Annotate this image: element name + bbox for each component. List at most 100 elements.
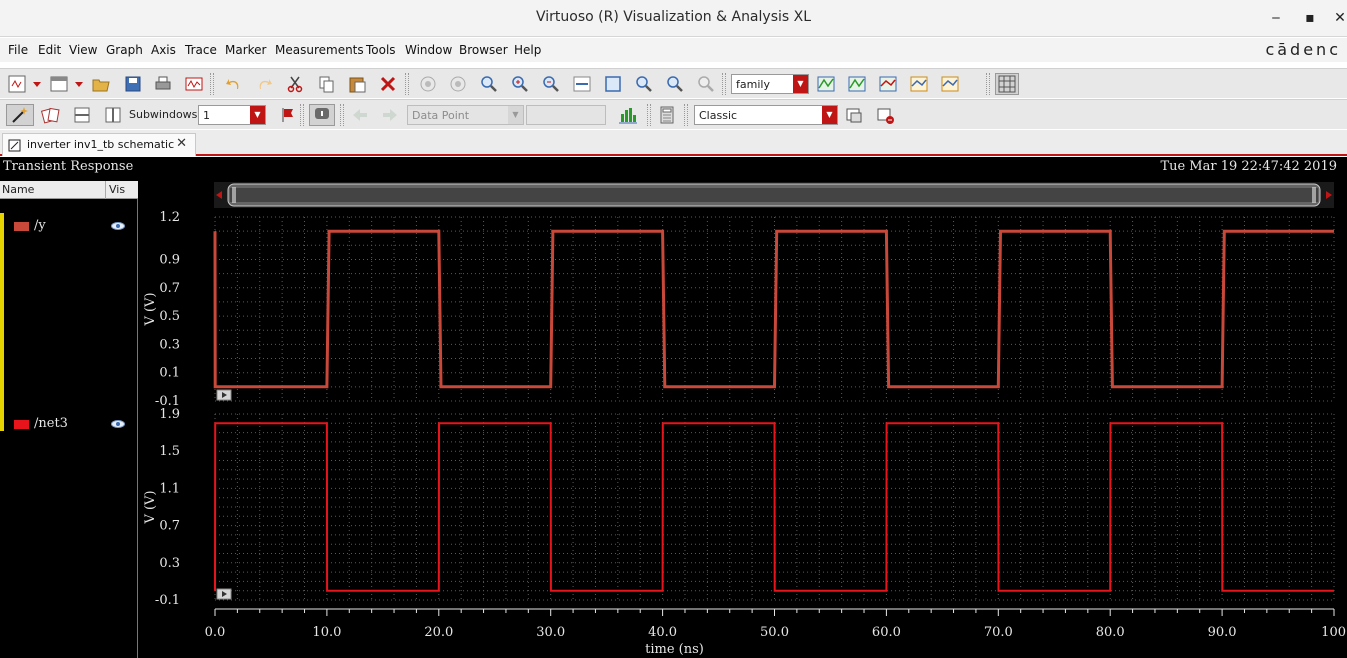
plot-area: Transient Response Tue Mar 19 22:47:42 2…	[0, 157, 1347, 658]
menu-view[interactable]: View	[69, 43, 97, 57]
menu-measurements[interactable]: Measurements	[275, 43, 364, 57]
histogram-icon[interactable]	[617, 104, 639, 126]
toolbar-separator	[210, 73, 214, 95]
tab-bar: inverter inv1_tb schematic ✕	[0, 130, 1347, 156]
plot-window-icon[interactable]	[183, 73, 205, 95]
select-mode-icon[interactable]	[6, 104, 34, 126]
subwindows-label: Subwindows:	[129, 108, 202, 121]
flag-icon[interactable]	[277, 104, 299, 126]
info-balloon-icon[interactable]	[309, 104, 335, 126]
eye-icon[interactable]	[110, 220, 126, 232]
zoom-region-icon[interactable]	[664, 73, 686, 95]
style-combo[interactable]: Classic ▼	[694, 105, 838, 125]
menu-edit[interactable]: Edit	[38, 43, 61, 57]
toolbar-separator	[684, 104, 688, 126]
save-icon[interactable]	[122, 73, 144, 95]
tab-close-icon[interactable]: ✕	[176, 136, 187, 151]
chevron-down-icon: ▼	[508, 106, 523, 124]
menu-tools[interactable]: Tools	[366, 43, 396, 57]
tab-label: inverter inv1_tb schematic	[27, 138, 175, 151]
column-vis[interactable]: Vis	[109, 183, 125, 196]
chevron-down-icon[interactable]: ▼	[793, 75, 808, 93]
minimize-button[interactable]: ‒	[1266, 9, 1286, 27]
split-horizontal-icon[interactable]	[71, 104, 93, 126]
trace-row-y[interactable]: /y	[0, 218, 138, 234]
menu-file[interactable]: File	[8, 43, 28, 57]
menu-trace[interactable]: Trace	[185, 43, 217, 57]
style-value: Classic	[699, 109, 738, 122]
column-name[interactable]: Name	[2, 183, 34, 196]
toolbar-separator	[340, 104, 344, 126]
redo-icon[interactable]	[253, 73, 275, 95]
delete-icon[interactable]	[377, 73, 399, 95]
data-point-value: Data Point	[412, 109, 470, 122]
marker-left-icon	[349, 104, 371, 126]
toolbar-separator	[986, 73, 990, 95]
menu-window[interactable]: Window	[405, 43, 452, 57]
trace-family-icon[interactable]	[815, 73, 837, 95]
strip-chart-icon[interactable]	[846, 73, 868, 95]
print-icon[interactable]	[152, 73, 174, 95]
title-bar: Virtuoso (R) Visualization & Analysis XL…	[0, 0, 1347, 37]
composite-icon[interactable]	[877, 73, 899, 95]
plot-caption: Transient Response	[3, 159, 134, 174]
zoom-scrollbar[interactable]	[214, 182, 1334, 208]
undo-icon[interactable]	[223, 73, 245, 95]
subwindow-dropdown-icon[interactable]	[72, 73, 86, 95]
window-title: Virtuoso (R) Visualization & Analysis XL	[535, 9, 812, 25]
menu-axis[interactable]: Axis	[151, 43, 176, 57]
zoom-forward-icon	[447, 73, 469, 95]
chart-settings-icon[interactable]	[939, 73, 961, 95]
trace-row-net3[interactable]: /net3	[0, 416, 138, 432]
new-window-icon[interactable]	[6, 73, 28, 95]
toolbar-separator	[300, 104, 304, 126]
cadence-logo: cādenc	[1265, 40, 1341, 59]
zoom-fit-icon[interactable]	[478, 73, 500, 95]
family-combo-value: family	[736, 78, 770, 91]
cut-icon[interactable]	[284, 73, 306, 95]
zoom-box-icon[interactable]	[602, 73, 624, 95]
split-vertical-icon[interactable]	[102, 104, 124, 126]
menu-graph[interactable]: Graph	[106, 43, 143, 57]
toolbar-separator	[722, 73, 726, 95]
zoom-back-icon	[417, 73, 439, 95]
zoom-x-icon[interactable]	[571, 73, 593, 95]
chevron-down-icon[interactable]: ▼	[822, 106, 837, 124]
copy-icon[interactable]	[315, 73, 337, 95]
zoom-out-icon[interactable]	[540, 73, 562, 95]
menu-marker[interactable]: Marker	[225, 43, 266, 57]
column-divider[interactable]	[105, 181, 106, 199]
zoom-y-icon[interactable]	[633, 73, 655, 95]
subwindow-icon[interactable]	[48, 73, 70, 95]
maximize-button[interactable]: ▪	[1300, 9, 1320, 27]
trace-panel-header: Name Vis	[0, 181, 138, 199]
menu-browser[interactable]: Browser	[459, 43, 508, 57]
plot-date: Tue Mar 19 22:47:42 2019	[1160, 159, 1337, 174]
export-window-icon[interactable]	[843, 104, 865, 126]
trace-color-swatch	[14, 222, 29, 231]
add-chart-icon[interactable]	[908, 73, 930, 95]
grid-toggle-icon[interactable]	[995, 73, 1019, 95]
cards-icon[interactable]	[40, 104, 62, 126]
secondary-toolbar: Subwindows: 1 ▼ Data Point ▼ Classic ▼	[0, 99, 1347, 129]
calculator-icon[interactable]	[656, 104, 678, 126]
tab-inverter-schematic[interactable]: inverter inv1_tb schematic ✕	[2, 133, 196, 156]
eye-icon[interactable]	[110, 418, 126, 430]
close-button[interactable]: ✕	[1330, 9, 1347, 27]
family-combo[interactable]: family ▼	[731, 74, 809, 94]
strip-selection-bar	[0, 213, 4, 431]
schematic-icon	[8, 139, 21, 152]
subwindows-combo[interactable]: 1 ▼	[198, 105, 266, 125]
data-point-field	[526, 105, 606, 125]
toolbar-separator	[647, 104, 651, 126]
paste-icon[interactable]	[346, 73, 368, 95]
open-folder-icon[interactable]	[90, 73, 112, 95]
main-toolbar: family ▼	[0, 68, 1347, 98]
menu-help[interactable]: Help	[514, 43, 541, 57]
new-window-dropdown-icon[interactable]	[30, 73, 44, 95]
chevron-down-icon[interactable]: ▼	[250, 106, 265, 124]
menu-bar: File Edit View Graph Axis Trace Marker M…	[0, 38, 1347, 62]
zoom-in-icon[interactable]	[509, 73, 531, 95]
close-window-icon[interactable]	[874, 104, 896, 126]
toolbar-separator	[405, 73, 409, 95]
